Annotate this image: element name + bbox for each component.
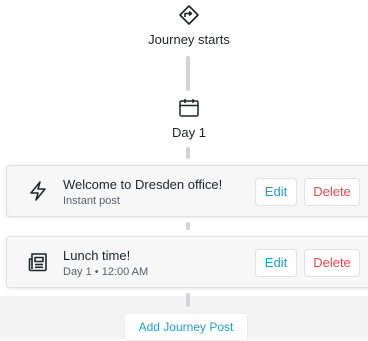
timeline-connector [186, 222, 190, 230]
journey-start-label: Journey starts [148, 32, 230, 47]
timeline-connector [186, 147, 190, 159]
delete-button[interactable]: Delete [304, 249, 360, 277]
edit-button[interactable]: Edit [255, 249, 297, 277]
timeline-connector [186, 293, 190, 307]
day-node: Day 1 [0, 98, 368, 140]
timeline-connector [186, 56, 190, 91]
edit-button[interactable]: Edit [255, 178, 297, 206]
newspaper-icon [28, 253, 47, 272]
journey-start-node: Journey starts [0, 4, 368, 47]
post-card: Welcome to Dresden office! Instant post … [6, 165, 368, 217]
post-subtitle: Instant post [63, 195, 120, 207]
calendar-icon [179, 99, 199, 117]
post-subtitle: Day 1 • 12:00 AM [63, 266, 149, 278]
post-title: Lunch time! [63, 248, 131, 263]
lightning-icon [30, 181, 46, 201]
diamond-route-icon [179, 5, 199, 25]
post-title: Welcome to Dresden office! [63, 177, 223, 192]
delete-button[interactable]: Delete [304, 178, 360, 206]
post-card: Lunch time! Day 1 • 12:00 AM Edit Delete [6, 236, 368, 288]
day-label: Day 1 [172, 125, 206, 140]
add-journey-post-button[interactable]: Add Journey Post [124, 313, 248, 341]
